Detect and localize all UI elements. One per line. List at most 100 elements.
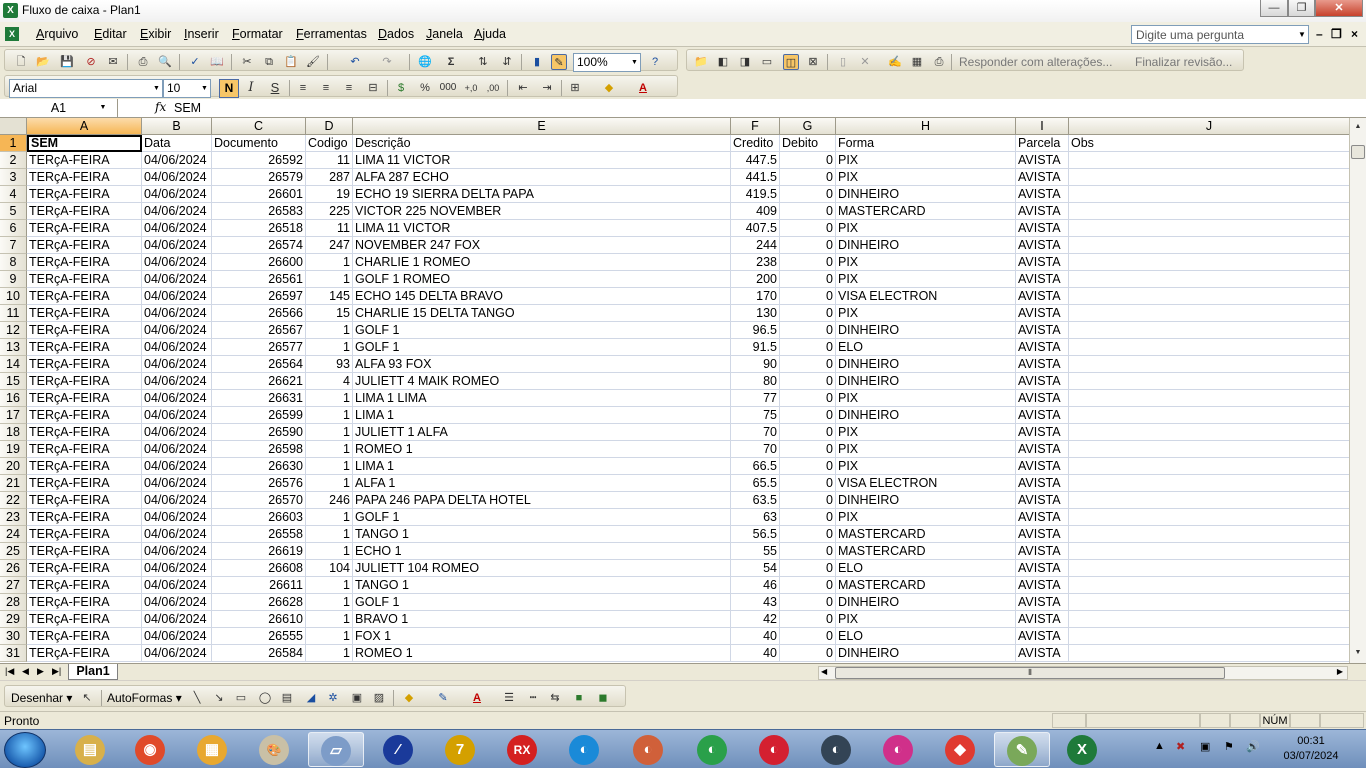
menu-ferramentas[interactable]: Ferramentas xyxy=(296,27,367,41)
print-icon[interactable]: ⎙ xyxy=(135,54,151,70)
table-cell[interactable]: 0 xyxy=(780,526,836,543)
spreadsheet-grid[interactable]: A B C D E F G H I J 1 SEM Data Documento Codigo Descriç… xyxy=(0,118,1350,663)
table-cell[interactable]: AVISTA xyxy=(1016,169,1069,186)
menu-exibir[interactable]: Exibir xyxy=(140,27,171,41)
chrome-icon[interactable]: ◉ xyxy=(122,732,178,767)
decrease-indent-icon[interactable]: ⇤ xyxy=(515,80,531,96)
table-cell[interactable]: 246 xyxy=(306,492,353,509)
table-cell[interactable]: 90 xyxy=(731,356,780,373)
scroll-left-icon[interactable]: ◀ xyxy=(821,667,827,676)
table-cell[interactable]: 04/06/2024 xyxy=(142,628,212,645)
row-header[interactable]: 4 xyxy=(0,186,27,203)
table-cell[interactable]: AVISTA xyxy=(1016,543,1069,560)
row-header[interactable]: 12 xyxy=(0,322,27,339)
table-cell[interactable]: TERçA-FEIRA xyxy=(27,237,142,254)
table-cell[interactable]: 1 xyxy=(306,526,353,543)
cut-icon[interactable]: ✂ xyxy=(239,54,255,70)
redo-icon[interactable]: ↷ xyxy=(379,54,395,70)
table-cell[interactable]: JULIETT 104 ROMEO xyxy=(353,560,731,577)
table-cell[interactable]: 26566 xyxy=(212,305,306,322)
table-cell[interactable]: 04/06/2024 xyxy=(142,322,212,339)
table-cell[interactable] xyxy=(1069,611,1350,628)
sort-descending-icon[interactable]: ⇵ xyxy=(499,54,515,70)
row-header[interactable]: 31 xyxy=(0,645,27,662)
table-cell[interactable]: 1 xyxy=(306,271,353,288)
table-cell[interactable]: TERçA-FEIRA xyxy=(27,611,142,628)
table-cell[interactable]: AVISTA xyxy=(1016,509,1069,526)
new-icon[interactable]: 🗋 xyxy=(13,54,29,70)
table-cell[interactable]: TERçA-FEIRA xyxy=(27,594,142,611)
table-cell[interactable]: VICTOR 225 NOVEMBER xyxy=(353,203,731,220)
table-cell[interactable]: 1 xyxy=(306,254,353,271)
seven-icon[interactable]: 7 xyxy=(432,732,488,767)
table-cell[interactable]: 287 xyxy=(306,169,353,186)
doc-minimize-button[interactable]: – xyxy=(1316,27,1323,41)
column-header[interactable]: D xyxy=(306,118,353,135)
table-cell[interactable]: TERçA-FEIRA xyxy=(27,322,142,339)
app-pink-icon[interactable]: ◐ xyxy=(870,732,926,767)
table-cell[interactable]: 238 xyxy=(731,254,780,271)
header-cell[interactable]: Debito xyxy=(780,135,836,152)
table-cell[interactable]: 26570 xyxy=(212,492,306,509)
table-cell[interactable] xyxy=(1069,543,1350,560)
table-cell[interactable] xyxy=(1069,577,1350,594)
doc-close-button[interactable]: × xyxy=(1351,27,1358,41)
table-cell[interactable]: 26610 xyxy=(212,611,306,628)
draw-menu-button[interactable]: Desenhar ▾ xyxy=(11,691,72,705)
align-center-icon[interactable]: ≡ xyxy=(318,80,334,96)
table-cell[interactable]: 0 xyxy=(780,492,836,509)
table-cell[interactable]: AVISTA xyxy=(1016,424,1069,441)
column-header[interactable]: E xyxy=(353,118,731,135)
table-cell[interactable]: 1 xyxy=(306,424,353,441)
table-cell[interactable]: 26561 xyxy=(212,271,306,288)
table-cell[interactable]: 40 xyxy=(731,628,780,645)
table-cell[interactable]: AVISTA xyxy=(1016,594,1069,611)
table-cell[interactable]: 1 xyxy=(306,645,353,662)
table-cell[interactable]: DINHEIRO xyxy=(836,186,1016,203)
arrow-style-icon[interactable]: ⇆ xyxy=(547,690,563,706)
table-cell[interactable]: AVISTA xyxy=(1016,526,1069,543)
row-header[interactable]: 28 xyxy=(0,594,27,611)
font-size-select[interactable]: 10 ▼ xyxy=(163,79,211,98)
table-cell[interactable]: TERçA-FEIRA xyxy=(27,560,142,577)
table-cell[interactable]: AVISTA xyxy=(1016,271,1069,288)
table-cell[interactable]: 0 xyxy=(780,288,836,305)
table-cell[interactable]: 26579 xyxy=(212,169,306,186)
table-cell[interactable] xyxy=(1069,169,1350,186)
function-icon[interactable]: fx xyxy=(155,100,166,114)
app-red-icon[interactable]: ◐ xyxy=(746,732,802,767)
table-cell[interactable]: 56.5 xyxy=(731,526,780,543)
table-cell[interactable]: 1 xyxy=(306,458,353,475)
header-cell[interactable]: Forma xyxy=(836,135,1016,152)
table-cell[interactable] xyxy=(1069,509,1350,526)
table-cell[interactable]: 80 xyxy=(731,373,780,390)
table-cell[interactable]: 0 xyxy=(780,271,836,288)
open-icon[interactable]: 📂 xyxy=(35,54,51,70)
table-cell[interactable]: AVISTA xyxy=(1016,220,1069,237)
table-cell[interactable]: 26576 xyxy=(212,475,306,492)
formula-input[interactable]: SEM xyxy=(174,101,201,115)
undo-icon[interactable]: ↶ xyxy=(347,54,363,70)
notes-icon[interactable]: ▱ xyxy=(308,732,364,767)
help-icon[interactable]: ? xyxy=(647,54,663,70)
table-cell[interactable]: NOVEMBER 247 FOX xyxy=(353,237,731,254)
table-cell[interactable]: CHARLIE 1 ROMEO xyxy=(353,254,731,271)
table-cell[interactable]: MASTERCARD xyxy=(836,203,1016,220)
table-cell[interactable]: AVISTA xyxy=(1016,237,1069,254)
table-cell[interactable]: 04/06/2024 xyxy=(142,203,212,220)
table-cell[interactable]: 447.5 xyxy=(731,152,780,169)
table-cell[interactable]: 15 xyxy=(306,305,353,322)
align-right-icon[interactable]: ≡ xyxy=(341,80,357,96)
zoom-select[interactable]: 100% ▼ xyxy=(573,53,641,72)
table-cell[interactable] xyxy=(1069,288,1350,305)
table-cell[interactable]: AVISTA xyxy=(1016,560,1069,577)
table-cell[interactable]: ALFA 93 FOX xyxy=(353,356,731,373)
table-cell[interactable]: MASTERCARD xyxy=(836,543,1016,560)
table-cell[interactable]: LIMA 1 xyxy=(353,458,731,475)
table-cell[interactable]: 0 xyxy=(780,611,836,628)
table-cell[interactable] xyxy=(1069,560,1350,577)
currency-icon[interactable]: $ xyxy=(393,80,409,96)
header-cell[interactable]: Codigo xyxy=(306,135,353,152)
table-cell[interactable]: 70 xyxy=(731,424,780,441)
table-cell[interactable] xyxy=(1069,356,1350,373)
